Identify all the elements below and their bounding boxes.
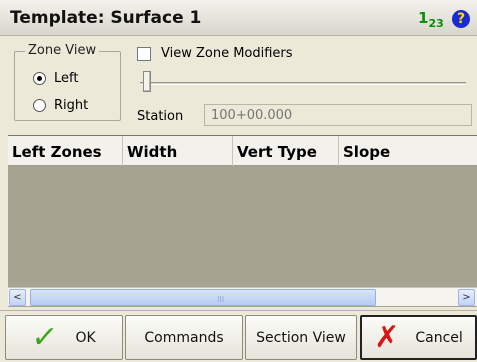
column-header-width[interactable]: Width bbox=[123, 136, 233, 166]
scroll-right-icon[interactable]: > bbox=[458, 289, 475, 306]
radio-left-label: Left bbox=[54, 70, 79, 86]
units-icon[interactable]: 123 bbox=[418, 9, 444, 30]
scrollbar-grip-icon: III bbox=[217, 295, 225, 304]
horizontal-scrollbar[interactable]: < III > bbox=[8, 287, 477, 306]
column-header-slope[interactable]: Slope bbox=[339, 136, 477, 166]
view-zone-modifiers-label: View Zone Modifiers bbox=[161, 46, 293, 61]
cancel-button[interactable]: ✗ Cancel bbox=[360, 315, 477, 360]
window-title: Template: Surface 1 bbox=[10, 8, 202, 28]
button-bar: ✓ OK Commands Section View ✗ Cancel bbox=[0, 310, 477, 362]
radio-left-button[interactable] bbox=[33, 71, 46, 85]
commands-button[interactable]: Commands bbox=[125, 315, 243, 360]
station-label: Station bbox=[137, 109, 184, 124]
scrollbar-thumb[interactable]: III bbox=[30, 289, 376, 306]
table-header: Left Zones Width Vert Type Slope bbox=[8, 136, 477, 166]
slider-thumb[interactable] bbox=[143, 71, 151, 92]
column-header-vert-type[interactable]: Vert Type bbox=[233, 136, 339, 166]
radio-right-label: Right bbox=[54, 97, 89, 113]
x-icon: ✗ bbox=[374, 320, 400, 355]
column-header-left-zones[interactable]: Left Zones bbox=[8, 136, 123, 166]
zone-view-group: Zone View Left Right bbox=[14, 43, 121, 121]
zones-table[interactable]: Left Zones Width Vert Type Slope < III > bbox=[8, 135, 477, 307]
radio-left[interactable]: Left bbox=[33, 69, 78, 87]
zone-view-legend: Zone View bbox=[25, 43, 100, 58]
station-input[interactable] bbox=[204, 104, 472, 126]
view-zone-modifiers-checkbox-row[interactable]: View Zone Modifiers bbox=[137, 46, 293, 61]
checkmark-icon: ✓ bbox=[29, 320, 60, 355]
station-slider[interactable] bbox=[140, 71, 466, 93]
slider-track bbox=[140, 82, 466, 85]
scroll-left-icon[interactable]: < bbox=[9, 289, 26, 306]
help-icon[interactable]: ? bbox=[452, 10, 470, 28]
radio-right[interactable]: Right bbox=[33, 96, 88, 114]
view-zone-modifiers-checkbox[interactable] bbox=[137, 46, 151, 61]
cancel-label: Cancel bbox=[415, 329, 463, 346]
section-view-button[interactable]: Section View bbox=[245, 315, 357, 360]
title-bar: Template: Surface 1 123 ? bbox=[0, 0, 477, 36]
radio-right-button[interactable] bbox=[33, 98, 46, 112]
ok-button[interactable]: ✓ OK bbox=[5, 315, 123, 360]
ok-label: OK bbox=[75, 329, 96, 346]
